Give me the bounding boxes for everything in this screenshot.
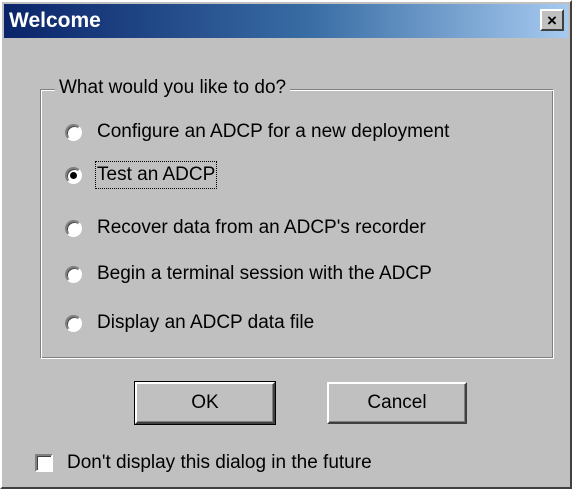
radio-label: Configure an ADCP for a new deployment [97, 121, 450, 142]
checkbox-label: Don't display this dialog in the future [67, 452, 372, 473]
radio-recover[interactable]: Recover data from an ADCP's recorder [65, 213, 426, 243]
radio-terminal[interactable]: Begin a terminal session with the ADCP [65, 259, 432, 289]
window-title: Welcome [9, 9, 101, 32]
radio-icon[interactable] [65, 265, 82, 283]
radio-icon[interactable] [65, 123, 82, 141]
radio-configure[interactable]: Configure an ADCP for a new deployment [65, 117, 449, 147]
radio-icon[interactable] [65, 219, 82, 237]
radio-icon[interactable] [65, 314, 82, 332]
title-bar[interactable]: Welcome × [4, 4, 568, 38]
cancel-button[interactable]: Cancel [327, 382, 467, 424]
close-icon: × [547, 10, 557, 30]
close-button[interactable]: × [540, 9, 564, 31]
radio-label: Display an ADCP data file [97, 312, 315, 333]
group-label: What would you like to do? [55, 75, 291, 101]
checkbox-icon[interactable] [35, 454, 53, 472]
radio-display[interactable]: Display an ADCP data file [65, 308, 314, 338]
ok-button[interactable]: OK [134, 381, 276, 425]
radio-label: Begin a terminal session with the ADCP [97, 263, 432, 284]
radio-label: Test an ADCP [94, 161, 218, 189]
radio-label: Recover data from an ADCP's recorder [97, 217, 426, 238]
radio-icon[interactable] [65, 166, 82, 184]
welcome-dialog: Welcome × What would you like to do? Con… [0, 0, 572, 489]
dont-display-checkbox-row[interactable]: Don't display this dialog in the future [35, 450, 372, 476]
radio-test[interactable]: Test an ADCP [65, 160, 218, 190]
